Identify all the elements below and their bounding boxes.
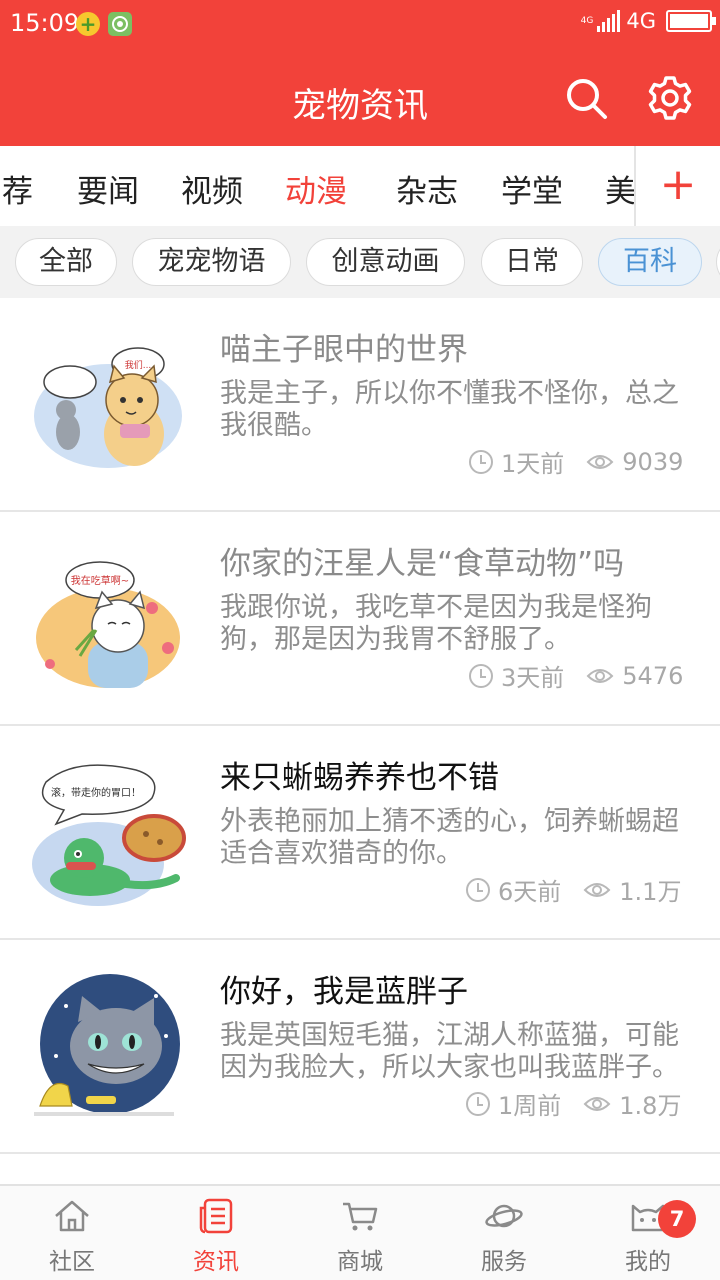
article-views: 1.8万 xyxy=(619,1092,682,1120)
wifi-hotspot-icon xyxy=(108,12,132,36)
article-description: 我是英国短毛猫，江湖人称蓝猫，可能因为我脸大，所以大家也叫我蓝胖子。 xyxy=(220,1020,679,1083)
article-description: 我跟你说，我吃草不是因为我是怪狗狗，那是因为我胃不舒服了。 xyxy=(220,592,652,655)
article-title: 来只蜥蜴养养也不错 xyxy=(220,760,499,796)
chip-pet-stories[interactable]: 宠宠物语 xyxy=(132,238,291,286)
article-meta: 3天前 5476 xyxy=(469,658,683,693)
nav-label: 我的 xyxy=(625,1249,671,1275)
article-meta: 1周前 1.8万 xyxy=(466,1086,681,1121)
clock-icon xyxy=(469,663,493,688)
article-description: 我是主子，所以你不懂我不怪你，总之我很酷。 xyxy=(220,378,679,441)
article-views: 9039 xyxy=(622,447,684,476)
search-icon xyxy=(567,79,607,119)
nav-label: 资讯 xyxy=(193,1249,239,1275)
list-item[interactable]: 我们... 喵主子眼中的世界 我是主子，所以你不懂我不怪你，总之我很酷。 1天前… xyxy=(0,298,720,512)
article-description: 外表艳丽加上猜不透的心，饲养蜥蜴超适合喜欢猎奇的你。 xyxy=(220,806,679,869)
chip-daily[interactable]: 日常 xyxy=(481,238,583,286)
signal-icon xyxy=(595,10,621,32)
cart-icon xyxy=(343,1202,378,1231)
chip-encyclopedia[interactable]: 百科 xyxy=(598,238,702,286)
battery-icon xyxy=(666,10,716,32)
tab-video[interactable]: 视频 xyxy=(181,166,243,211)
list-item[interactable]: 我在吃草啊~ 你家的汪星人是“食草动物”吗 我跟你说，我吃草不是因为我是怪狗狗，… xyxy=(0,512,720,726)
settings-button[interactable] xyxy=(646,74,694,122)
nav-label: 服务 xyxy=(481,1249,527,1275)
list-item[interactable]: 你好，我是蓝胖子 我是英国短毛猫，江湖人称蓝猫，可能因为我脸大，所以大家也叫我蓝… xyxy=(0,940,720,1154)
article-views: 5476 xyxy=(622,661,684,690)
svg-text:滚，带走你的胃口！: 滚，带走你的胃口！ xyxy=(51,786,141,799)
article-title: 你好，我是蓝胖子 xyxy=(220,974,468,1010)
status-bar: 15:09 + 4G 4G xyxy=(0,0,720,50)
news-icon xyxy=(199,1198,233,1234)
tab-recommend[interactable]: 荐 xyxy=(2,166,33,211)
article-title: 喵主子眼中的世界 xyxy=(220,332,468,368)
svg-text:我们...: 我们... xyxy=(125,359,152,371)
status-time: 15:09 xyxy=(10,9,80,37)
tab-anime[interactable]: 动漫 xyxy=(285,166,347,211)
planet-icon xyxy=(485,1204,523,1228)
article-time: 1周前 xyxy=(498,1092,562,1120)
clock-icon xyxy=(466,1091,490,1116)
home-icon xyxy=(55,1200,89,1232)
article-time: 1天前 xyxy=(501,450,565,478)
channel-tabs: 荐 要闻 视频 动漫 杂志 学堂 美 + xyxy=(0,146,720,226)
cartoon-cat-mouse-image: 我们... xyxy=(34,347,182,468)
eye-icon xyxy=(583,1096,611,1111)
search-button[interactable] xyxy=(562,74,610,122)
article-views: 1.1万 xyxy=(619,878,682,906)
cartoon-dog-eating-grass-image: 我在吃草啊~ xyxy=(36,561,180,688)
category-chips: 全部 宠宠物语 创意动画 日常 百科 xyxy=(0,226,720,298)
article-time: 6天前 xyxy=(498,878,562,906)
app-notification-icon: + xyxy=(76,12,100,36)
clock-icon xyxy=(466,877,490,902)
svg-text:我在吃草啊~: 我在吃草啊~ xyxy=(71,574,129,587)
nav-community[interactable]: 社区 xyxy=(0,1186,144,1280)
tab-beauty[interactable]: 美 xyxy=(605,166,636,211)
add-channel-button[interactable]: + xyxy=(634,146,720,226)
bottom-navigation: 社区 资讯 商城 服务 我的 7 xyxy=(0,1184,720,1280)
gear-icon xyxy=(648,76,692,120)
eye-icon xyxy=(586,454,614,469)
nav-label: 商城 xyxy=(337,1249,383,1275)
nav-shop[interactable]: 商城 xyxy=(288,1186,432,1280)
tab-magazine[interactable]: 杂志 xyxy=(396,166,458,211)
eye-icon xyxy=(583,882,611,897)
list-item[interactable]: 滚，带走你的胃口！ 来只蜥蜴养养也不错 外表艳丽加上猜不透的心，饲养蜥蜴超适合喜… xyxy=(0,726,720,940)
cartoon-blue-cat-image xyxy=(34,974,180,1116)
clock-icon xyxy=(469,449,493,474)
article-time: 3天前 xyxy=(501,664,565,692)
network-small-label: 4G xyxy=(580,16,594,26)
tab-headlines[interactable]: 要闻 xyxy=(77,166,139,211)
network-label: 4G xyxy=(626,9,656,33)
article-meta: 1天前 9039 xyxy=(469,444,683,479)
cartoon-lizard-image: 滚，带走你的胃口！ xyxy=(32,764,186,906)
chip-more[interactable] xyxy=(716,238,720,286)
chip-all[interactable]: 全部 xyxy=(15,238,117,286)
page-title: 宠物资讯 xyxy=(292,86,428,126)
chip-creative-animation[interactable]: 创意动画 xyxy=(306,238,465,286)
tab-school[interactable]: 学堂 xyxy=(501,166,563,211)
article-meta: 6天前 1.1万 xyxy=(466,872,681,907)
nav-mine[interactable]: 我的 7 xyxy=(576,1186,720,1280)
nav-label: 社区 xyxy=(49,1249,95,1275)
article-title: 你家的汪星人是“食草动物”吗 xyxy=(220,546,625,582)
notification-badge: 7 xyxy=(658,1200,696,1238)
nav-service[interactable]: 服务 xyxy=(432,1186,576,1280)
app-header: 宠物资讯 xyxy=(0,50,720,146)
eye-icon xyxy=(586,668,614,683)
nav-news[interactable]: 资讯 xyxy=(144,1186,288,1280)
